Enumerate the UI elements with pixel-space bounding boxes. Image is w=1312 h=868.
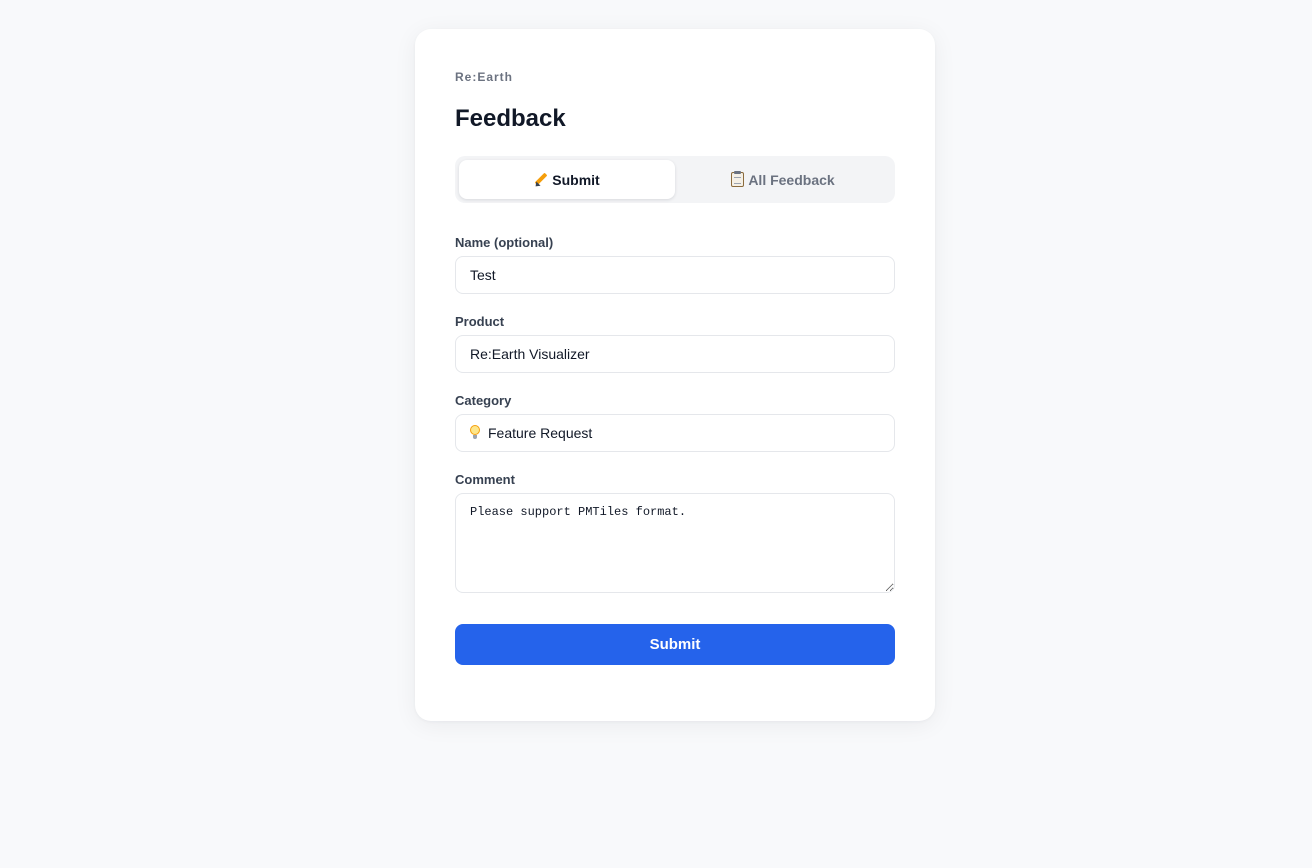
tab-submit-label: Submit — [552, 171, 600, 188]
tab-submit[interactable]: Submit — [459, 160, 675, 199]
comment-label: Comment — [455, 472, 515, 487]
pencil-icon — [534, 173, 548, 187]
submit-button[interactable]: Submit — [455, 624, 895, 665]
page-title: Feedback — [455, 105, 566, 132]
comment-textarea[interactable]: Please support PMTiles format. — [455, 493, 895, 593]
name-label: Name (optional) — [455, 235, 554, 250]
name-input[interactable] — [455, 256, 895, 294]
category-select[interactable]: Feature Request — [455, 414, 895, 452]
category-label: Category — [455, 393, 512, 408]
tab-all-feedback-label: All Feedback — [748, 171, 835, 188]
tab-bar: Submit All Feedback — [455, 156, 895, 203]
clipboard-icon — [731, 171, 745, 187]
category-selected-value: Feature Request — [488, 425, 593, 441]
brand-label: Re:Earth — [455, 70, 514, 84]
tab-all-feedback[interactable]: All Feedback — [675, 160, 891, 199]
feedback-card: Re:Earth Feedback Submit All Feedback Na… — [415, 29, 935, 721]
lightbulb-icon — [470, 425, 480, 441]
product-label: Product — [455, 314, 505, 329]
product-input[interactable] — [455, 335, 895, 373]
